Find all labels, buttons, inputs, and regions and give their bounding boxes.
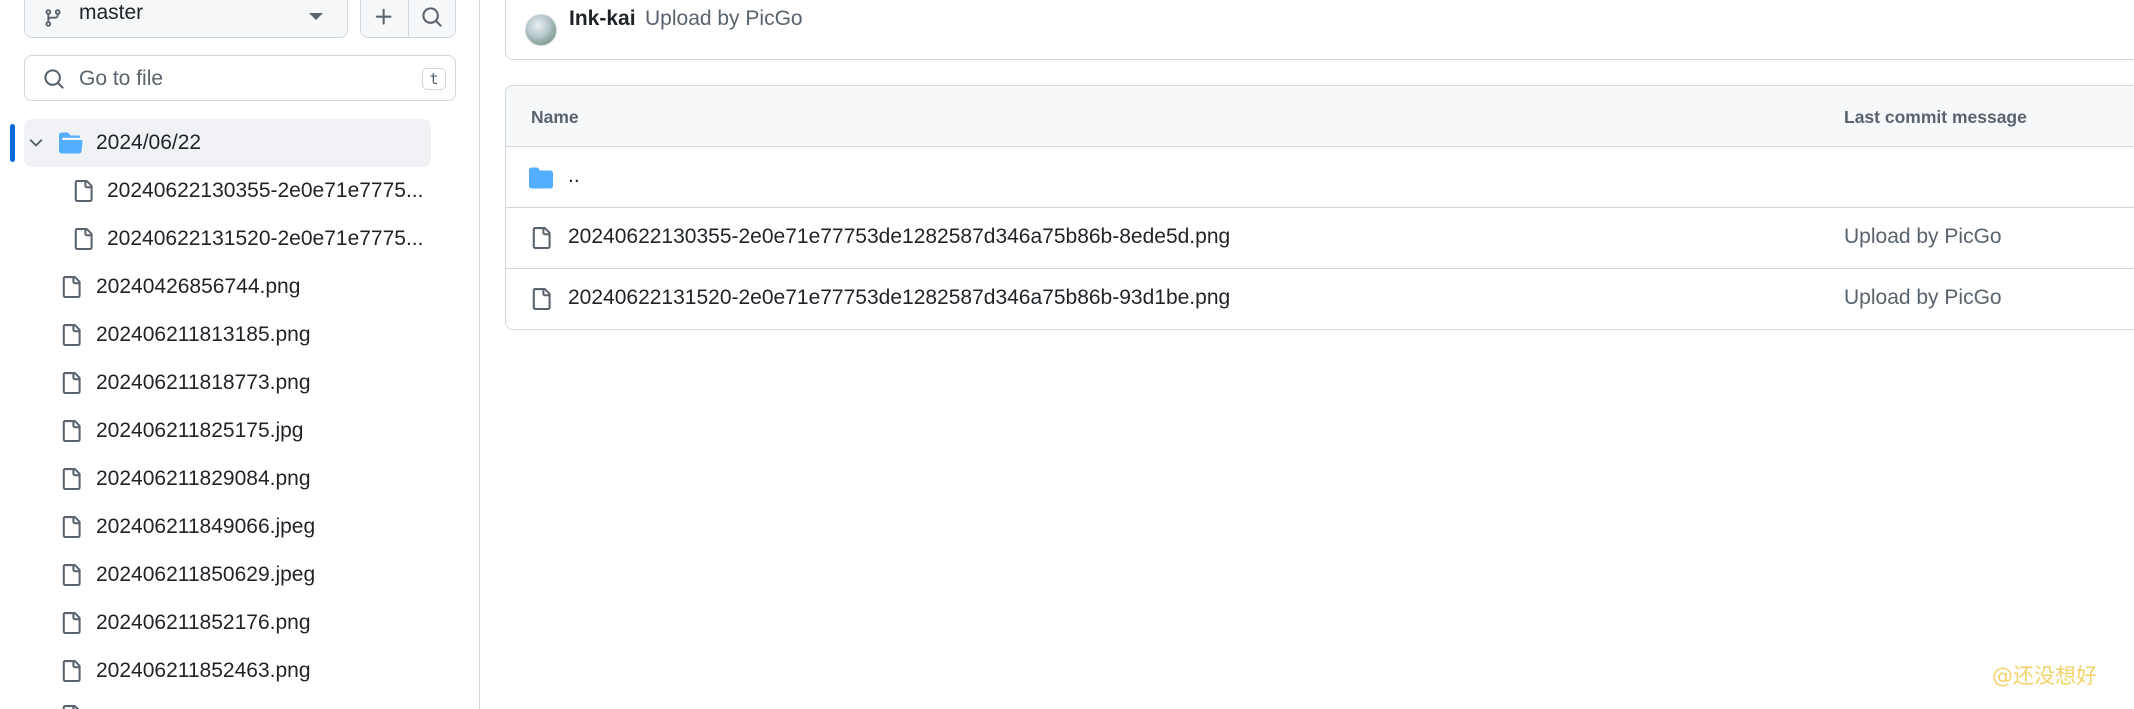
tree-file-label: 202406211829084.png: [96, 467, 311, 490]
main-content: Ink-kai Upload by PicGo Name Last commit…: [505, 0, 2134, 709]
file-icon: [62, 660, 81, 682]
tree-file-item[interactable]: 202406211825175.jpg: [24, 407, 431, 455]
tree-file-label: 20240622130355-2e0e71e7775...: [107, 179, 424, 202]
avatar[interactable]: [525, 14, 557, 46]
file-name-link[interactable]: 20240622131520-2e0e71e77753de1282587d346…: [568, 286, 1230, 310]
tree-file-item[interactable]: 202406211849066.jpeg: [24, 503, 431, 551]
table-row[interactable]: 20240622131520-2e0e71e77753de1282587d346…: [506, 268, 2134, 328]
file-icon: [532, 227, 551, 249]
parent-directory-link[interactable]: ..: [568, 164, 580, 188]
table-row[interactable]: 20240622130355-2e0e71e77753de1282587d346…: [506, 207, 2134, 267]
go-to-file-search[interactable]: t: [24, 55, 456, 101]
watermark-text: @还没想好: [1992, 664, 2097, 688]
latest-commit-bar: Ink-kai Upload by PicGo: [505, 0, 2134, 60]
file-icon: [62, 705, 80, 709]
branch-selector-button[interactable]: master: [24, 0, 348, 38]
tree-file-label: 202406211850629.jpeg: [96, 563, 316, 586]
file-icon: [62, 372, 81, 394]
file-icon: [74, 180, 93, 202]
tree-file-item[interactable]: 202406211829084.png: [24, 455, 431, 503]
file-icon: [62, 468, 81, 490]
file-tree-sidebar: master t 2024/06/22: [0, 0, 480, 709]
file-icon: [62, 276, 81, 298]
tree-file-label: 202406211825175.jpg: [96, 419, 304, 442]
file-icon: [532, 288, 551, 310]
file-name-link[interactable]: 20240622130355-2e0e71e77753de1282587d346…: [568, 225, 1230, 249]
plus-icon: [375, 8, 392, 25]
tree-file-label: 202406211852176.png: [96, 611, 311, 634]
tree-actions-group: [360, 0, 456, 38]
tree-file-item[interactable]: 202406211813185.png: [24, 311, 431, 359]
tree-file-item[interactable]: 202406211850629.jpeg: [24, 551, 431, 599]
git-branch-icon: [45, 9, 61, 27]
commit-author-link[interactable]: Ink-kai: [569, 7, 636, 31]
name-column-header: Name: [531, 107, 579, 127]
file-icon: [62, 564, 81, 586]
tree-file-label: 20240426856744.png: [96, 275, 301, 298]
tree-file-item[interactable]: 20240426856744.png: [24, 263, 431, 311]
file-icon: [62, 324, 81, 346]
tree-file-item[interactable]: 202406211818773.png: [24, 359, 431, 407]
files-table: Name Last commit message .. 202406221303…: [505, 85, 2134, 330]
tree-file-label: 202406211818773.png: [96, 371, 311, 394]
file-icon: [62, 420, 81, 442]
selected-indicator: [10, 124, 15, 162]
tree-folder-label: 2024/06/22: [96, 131, 202, 154]
tree-file-label: 202406211852463.png: [96, 659, 311, 682]
commit-column-header: Last commit message: [1844, 107, 2027, 127]
tree-file-label: 20240622131520-2e0e71e7775...: [107, 227, 424, 250]
tree-file-label: 202406211849066.jpeg: [96, 515, 316, 538]
tree-file-item[interactable]: 20240622130355-2e0e71e7775...: [24, 167, 431, 215]
tree-file-item[interactable]: 202406211852463.png: [24, 647, 431, 695]
files-table-header: Name Last commit message: [506, 86, 2134, 147]
tree-file-label: 202406211813185.png: [96, 323, 311, 346]
go-to-file-input[interactable]: [77, 64, 381, 94]
tree-file-item[interactable]: 202406211852176.png: [24, 599, 431, 647]
file-icon: [74, 228, 93, 250]
commit-message-link[interactable]: Upload by PicGo: [645, 7, 803, 31]
branch-name: master: [79, 1, 144, 24]
tree-folder-2024-06-22[interactable]: 2024/06/22: [24, 119, 431, 167]
search-icon: [421, 7, 442, 27]
chevron-down-icon: [309, 13, 323, 20]
tree-file-item[interactable]: [24, 695, 431, 709]
file-icon: [62, 612, 81, 634]
file-commit-message-link[interactable]: Upload by PicGo: [1844, 286, 2002, 310]
add-file-button[interactable]: [361, 0, 408, 37]
file-icon: [62, 516, 81, 538]
file-commit-message-link[interactable]: Upload by PicGo: [1844, 225, 2002, 249]
chevron-down-icon[interactable]: [26, 133, 46, 153]
folder-open-icon: [59, 132, 83, 154]
search-icon: [44, 69, 64, 89]
search-code-button[interactable]: [407, 0, 456, 37]
keyboard-shortcut-hint: t: [422, 68, 446, 90]
folder-icon: [529, 167, 553, 189]
tree-file-item[interactable]: 20240622131520-2e0e71e7775...: [24, 215, 431, 263]
parent-directory-row[interactable]: ..: [506, 147, 2134, 207]
